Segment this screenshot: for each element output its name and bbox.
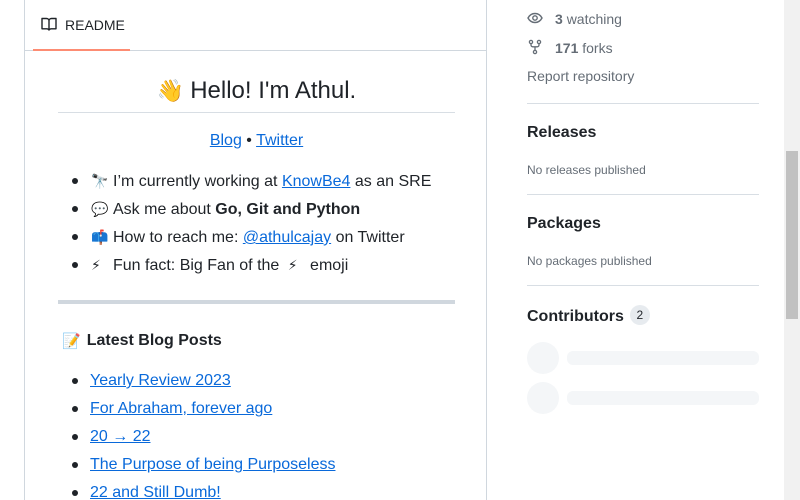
eye-icon — [527, 10, 543, 29]
scrollbar-thumb[interactable] — [786, 151, 798, 319]
memo-icon: 📝 — [62, 333, 81, 350]
readme-tab[interactable]: README — [33, 1, 130, 51]
contributor-name-placeholder — [567, 351, 759, 365]
blog-link[interactable]: Blog — [210, 132, 242, 149]
list-item: 22 and Still Dumb! — [58, 481, 455, 500]
link-separator: • — [246, 132, 252, 149]
readme-title-text: Hello! I'm Athul. — [190, 77, 357, 104]
list-item: ⚡ Fun fact: Big Fan of the ⚡ emoji — [58, 253, 455, 281]
contributor-name-placeholder — [567, 391, 759, 405]
list-item: 20 → 22 — [58, 425, 455, 453]
lightning-icon: ⚡ — [91, 257, 101, 273]
lightning-icon: ⚡ — [287, 257, 298, 273]
list-item: 💬 Ask me about Go, Git and Python — [58, 197, 455, 225]
avatar-placeholder — [527, 342, 559, 374]
packages-heading[interactable]: Packages — [527, 215, 601, 233]
mailbox-icon: 📫 — [91, 229, 109, 245]
fork-icon — [527, 39, 543, 58]
blog-post-link[interactable]: For Abraham, forever ago — [90, 400, 272, 417]
page-scrollbar[interactable] — [784, 0, 800, 500]
sidebar-divider — [527, 285, 759, 286]
list-item: 📫 How to reach me: @athulcajay on Twitter — [58, 225, 455, 253]
speech-bubble-icon: 💬 — [91, 201, 109, 217]
twitter-handle-link[interactable]: @athulcajay — [243, 229, 331, 246]
readme-tabbar: README — [25, 0, 486, 51]
knowbe4-link[interactable]: KnowBe4 — [282, 173, 351, 190]
sidebar-divider — [527, 194, 759, 195]
latest-posts-heading: 📝 Latest Blog Posts — [62, 332, 222, 350]
forks-link[interactable]: 171 forks — [527, 38, 613, 58]
blog-post-link[interactable]: 20 → 22 — [90, 428, 150, 445]
book-icon — [41, 16, 57, 35]
facts-list: 🔭 I’m currently working at KnowBe4 as an … — [58, 169, 455, 281]
watching-link[interactable]: 3 watching — [527, 9, 622, 29]
horizontal-rule — [58, 300, 455, 304]
wave-icon: 👋 — [156, 78, 185, 103]
telescope-icon: 🔭 — [91, 173, 109, 189]
blog-post-link[interactable]: The Purpose of being Purposeless — [90, 456, 335, 473]
readme-panel: README 👋 Hello! I'm Athul. Blog • Twitter… — [24, 0, 487, 500]
packages-empty-text: No packages published — [527, 254, 652, 268]
contributors-count-badge: 2 — [629, 305, 650, 325]
blog-post-link[interactable]: 22 and Still Dumb! — [90, 484, 221, 500]
blog-post-link[interactable]: Yearly Review 2023 — [90, 372, 231, 389]
twitter-link[interactable]: Twitter — [256, 132, 303, 149]
list-item: The Purpose of being Purposeless — [58, 453, 455, 481]
releases-empty-text: No releases published — [527, 163, 646, 177]
report-repository-link[interactable]: Report repository — [527, 68, 634, 84]
blog-posts-list: Yearly Review 2023 For Abraham, forever … — [58, 369, 455, 500]
readme-tab-label: README — [65, 17, 125, 33]
contributors-heading[interactable]: Contributors 2 — [527, 305, 650, 326]
readme-links: Blog • Twitter — [58, 132, 455, 150]
list-item: Yearly Review 2023 — [58, 369, 455, 397]
list-item: For Abraham, forever ago — [58, 397, 455, 425]
releases-heading[interactable]: Releases — [527, 124, 596, 142]
readme-title: 👋 Hello! I'm Athul. — [58, 77, 455, 113]
sidebar-divider — [527, 103, 759, 104]
list-item: 🔭 I’m currently working at KnowBe4 as an … — [58, 169, 455, 197]
avatar-placeholder — [527, 382, 559, 414]
